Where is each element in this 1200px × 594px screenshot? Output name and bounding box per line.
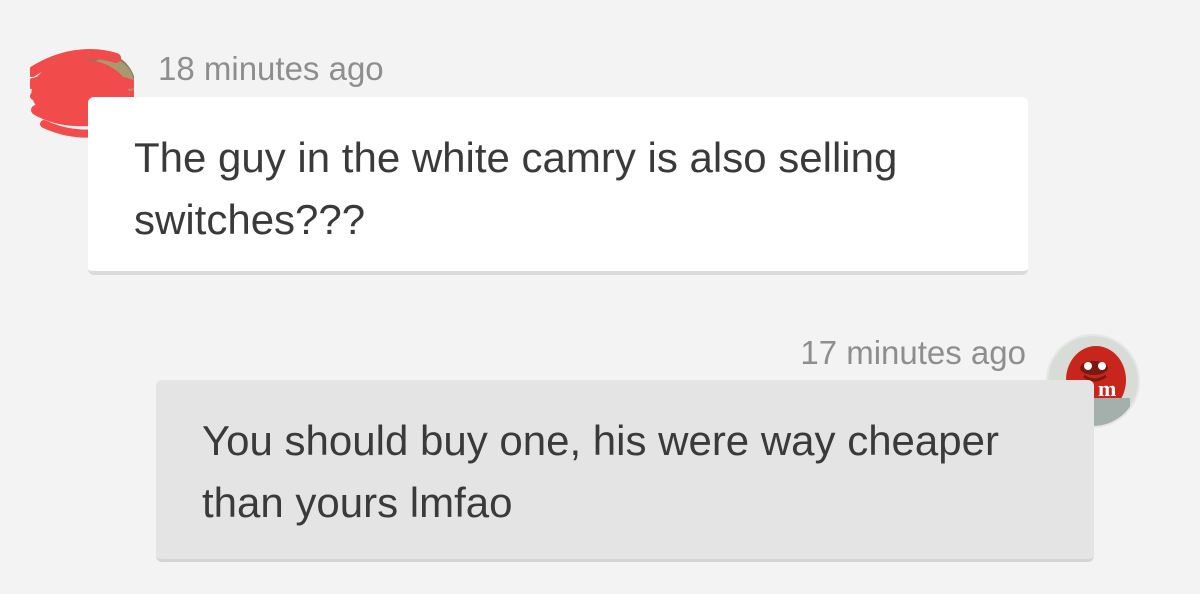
message-thread: 18 minutes ago The guy in the white camr… <box>0 0 1200 594</box>
message-text: The guy in the white camry is also selli… <box>134 134 898 243</box>
message-timestamp: 17 minutes ago <box>800 334 1026 371</box>
message-timestamp: 18 minutes ago <box>158 50 384 87</box>
incoming-message-bubble[interactable]: The guy in the white camry is also selli… <box>88 97 1028 275</box>
outgoing-message-bubble[interactable]: You should buy one, his were way cheaper… <box>156 380 1094 562</box>
message-text: You should buy one, his were way cheaper… <box>202 417 999 526</box>
avatar-letter: m <box>1098 376 1116 401</box>
